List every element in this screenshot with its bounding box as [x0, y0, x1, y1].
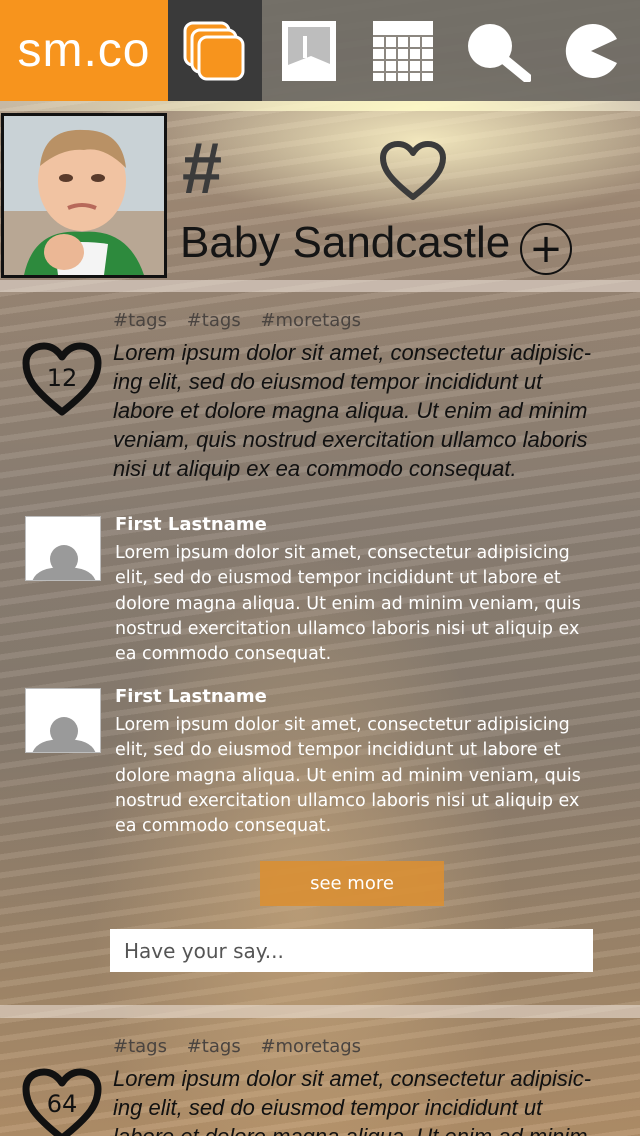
default-user-icon [32, 717, 96, 752]
add-button[interactable]: + [520, 223, 572, 275]
post-text: Lorem ipsum dolor sit amet, consectetur … [113, 340, 592, 481]
comment-author[interactable]: First Lastname [115, 686, 267, 707]
comment-input[interactable] [110, 929, 593, 972]
tag-link[interactable]: #tags [187, 310, 241, 331]
image-icon [282, 20, 336, 81]
tag-link[interactable]: #tags [187, 1036, 241, 1057]
nav-calendar-button[interactable] [356, 0, 450, 101]
post-divider [0, 1005, 640, 1018]
nav-stack-button[interactable] [168, 0, 262, 101]
like-count: 12 [46, 364, 78, 392]
search-icon [468, 23, 531, 82]
comment-text: Lorem ipsum dolor sit amet, consectetur … [115, 543, 581, 665]
tag-link[interactable]: #tags [113, 1036, 167, 1057]
like-button[interactable]: 12 [22, 342, 102, 416]
nav-search-button[interactable] [450, 0, 544, 101]
post-text: Lorem ipsum dolor sit amet, consectetur … [113, 1066, 592, 1136]
post-tags: #tags #tags #moretags [113, 1036, 375, 1057]
avatar[interactable] [1, 113, 167, 278]
hashtag-icon: # [182, 129, 223, 209]
header-divider [0, 280, 640, 292]
comment-author[interactable]: First Lastname [115, 514, 267, 535]
avatar[interactable] [25, 516, 101, 581]
tag-link[interactable]: #moretags [260, 310, 361, 331]
tag-link[interactable]: #moretags [260, 1036, 361, 1057]
like-count: 64 [46, 1090, 78, 1118]
top-nav-bar: sm.co [0, 0, 640, 101]
avatar[interactable] [25, 688, 101, 753]
nav-profile-button[interactable] [544, 0, 638, 101]
nav-image-button[interactable] [262, 0, 356, 101]
calendar-grid-icon [373, 20, 433, 81]
favorite-heart-icon[interactable] [380, 141, 446, 201]
page-title: Baby Sandcastle [180, 218, 511, 267]
post-tags: #tags #tags #moretags [113, 310, 375, 331]
comment-text: Lorem ipsum dolor sit amet, consectetur … [115, 715, 581, 837]
hashtag-header: # Baby Sandcastle + [0, 113, 640, 279]
logo[interactable]: sm.co [0, 0, 168, 101]
default-user-icon [32, 545, 96, 580]
baby-photo [4, 116, 164, 275]
stack-icon [183, 21, 245, 80]
plus-icon: + [529, 226, 563, 272]
nav-divider [0, 101, 640, 111]
like-button[interactable]: 64 [22, 1068, 102, 1136]
see-more-button[interactable]: see more [260, 861, 444, 906]
tag-link[interactable]: #tags [113, 310, 167, 331]
pacman-icon [565, 23, 617, 78]
